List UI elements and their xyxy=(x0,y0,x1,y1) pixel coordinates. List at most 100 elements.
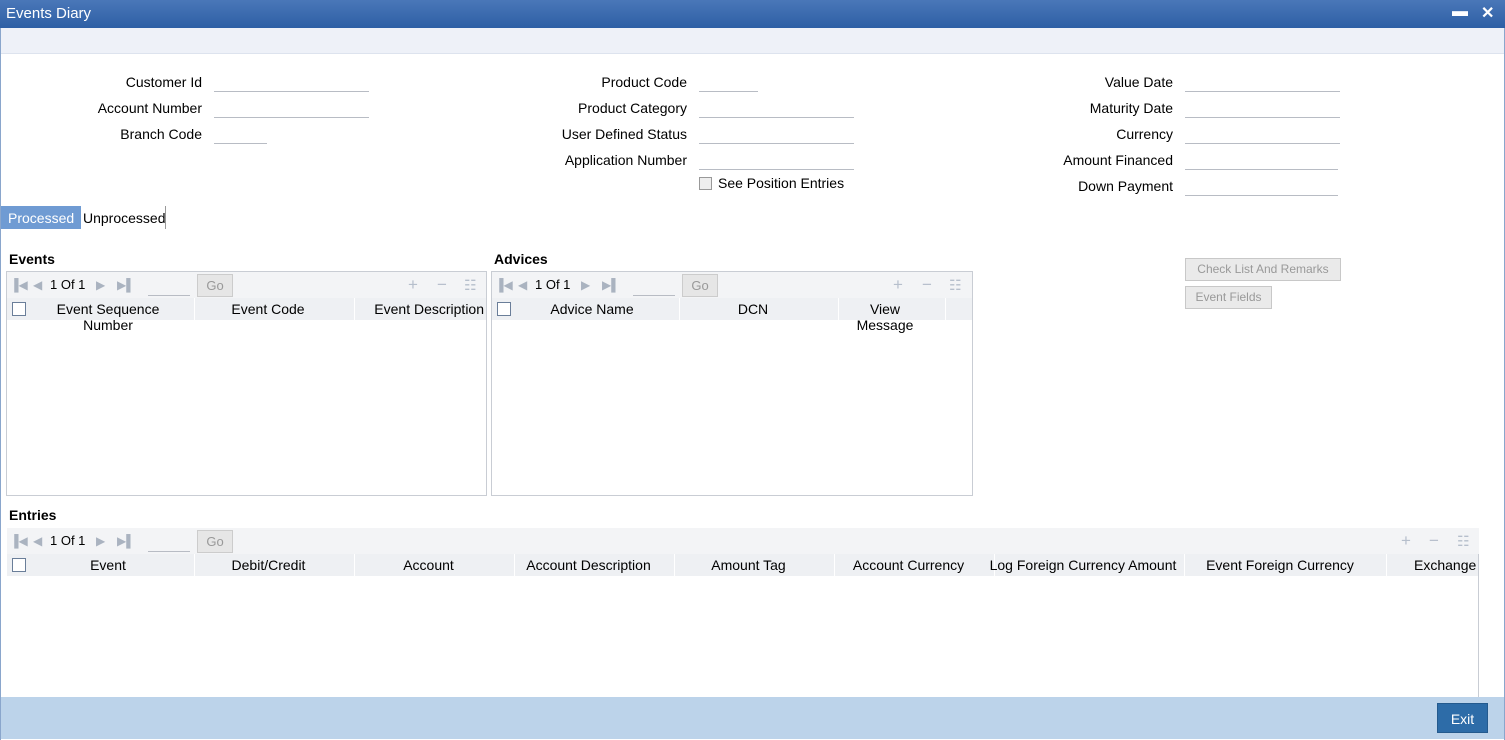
col-advice-name[interactable]: Advice Name xyxy=(518,301,666,317)
branch-code-input[interactable] xyxy=(214,124,267,144)
col-log-foreign-currency-amount[interactable]: Log Foreign Currency Amount xyxy=(985,557,1181,573)
advices-page-count: 1 Of 1 xyxy=(535,277,571,292)
events-page-input[interactable] xyxy=(148,276,190,296)
left-border xyxy=(0,28,1,740)
event-fields-button[interactable]: Event Fields xyxy=(1185,286,1272,309)
user-defined-status-label: User Defined Status xyxy=(561,126,687,142)
check-list-and-remarks-button[interactable]: Check List And Remarks xyxy=(1185,258,1341,281)
see-position-entries-label: See Position Entries xyxy=(718,175,845,191)
window-title: Events Diary xyxy=(6,5,92,22)
col-account[interactable]: Account xyxy=(355,557,502,573)
prev-page-icon[interactable]: ◀ xyxy=(518,278,527,292)
prev-page-icon[interactable]: ◀ xyxy=(33,534,42,548)
advices-header: Advice Name DCN View Message xyxy=(492,298,972,333)
col-event-foreign-currency-amount[interactable]: Event Foreign Currency Amount xyxy=(1182,557,1378,576)
options-icon[interactable]: ☷ xyxy=(464,277,477,294)
customer-id-label: Customer Id xyxy=(125,74,202,90)
last-page-icon[interactable]: ▶▌ xyxy=(117,278,135,292)
col-event-sequence-number[interactable]: Event Sequence Number xyxy=(33,301,183,333)
add-row-icon[interactable]: + xyxy=(408,275,418,295)
events-pager: ▐◀ ◀ 1 Of 1 ▶ ▶▌ Go + − ☷ xyxy=(7,272,486,298)
product-category-label: Product Category xyxy=(578,100,687,116)
title-bar: Events Diary ▬ ✕ xyxy=(0,0,1505,28)
options-icon[interactable]: ☷ xyxy=(1457,533,1470,550)
application-number-input[interactable] xyxy=(699,150,854,170)
tab-divider xyxy=(165,206,166,229)
exit-button[interactable]: Exit xyxy=(1437,703,1488,733)
events-title: Events xyxy=(9,251,55,267)
add-row-icon[interactable]: + xyxy=(893,275,903,295)
down-payment-input[interactable] xyxy=(1185,176,1338,196)
col-exchange-rate[interactable]: Exchange I xyxy=(1414,557,1479,573)
advices-page-input[interactable] xyxy=(633,276,675,296)
next-page-icon[interactable]: ▶ xyxy=(581,278,590,292)
entries-title: Entries xyxy=(9,507,57,523)
currency-input[interactable] xyxy=(1185,124,1340,144)
minimize-icon[interactable]: ▬ xyxy=(1452,3,1468,21)
branch-code-label: Branch Code xyxy=(120,126,202,142)
see-position-entries-checkbox[interactable] xyxy=(699,177,712,190)
col-amount-tag[interactable]: Amount Tag xyxy=(675,557,822,573)
amount-financed-label: Amount Financed xyxy=(1063,152,1173,168)
entries-page-input[interactable] xyxy=(148,532,190,552)
col-view-message[interactable]: View Message xyxy=(840,301,930,333)
first-page-icon[interactable]: ▐◀ xyxy=(10,534,28,548)
next-page-icon[interactable]: ▶ xyxy=(96,278,105,292)
col-account-description[interactable]: Account Description xyxy=(515,557,662,573)
advices-pager: ▐◀ ◀ 1 Of 1 ▶ ▶▌ Go + − ☷ xyxy=(492,272,972,298)
toolbar-strip xyxy=(1,28,1504,54)
col-event[interactable]: Event xyxy=(33,557,183,573)
events-page-count: 1 Of 1 xyxy=(50,277,86,292)
entries-header: Event Debit/Credit Account Account Descr… xyxy=(7,554,1479,576)
entries-pager: ▐◀ ◀ 1 Of 1 ▶ ▶▌ Go + − ☷ xyxy=(7,528,1479,554)
account-number-input[interactable] xyxy=(214,98,369,118)
application-number-label: Application Number xyxy=(564,152,687,168)
next-page-icon[interactable]: ▶ xyxy=(96,534,105,548)
events-select-all-checkbox[interactable] xyxy=(12,302,26,316)
col-separator xyxy=(1386,554,1387,576)
close-icon[interactable]: ✕ xyxy=(1481,3,1494,23)
down-payment-label: Down Payment xyxy=(1078,178,1173,194)
last-page-icon[interactable]: ▶▌ xyxy=(602,278,620,292)
col-event-code[interactable]: Event Code xyxy=(195,301,341,317)
options-icon[interactable]: ☷ xyxy=(949,277,962,294)
entries-go-button[interactable]: Go xyxy=(197,530,233,553)
col-event-description[interactable]: Event Description xyxy=(357,301,484,317)
remove-row-icon[interactable]: − xyxy=(437,275,447,295)
advices-go-button[interactable]: Go xyxy=(682,274,718,297)
prev-page-icon[interactable]: ◀ xyxy=(33,278,42,292)
amount-financed-input[interactable] xyxy=(1185,150,1338,170)
advices-select-all-checkbox[interactable] xyxy=(497,302,511,316)
maturity-date-label: Maturity Date xyxy=(1089,100,1173,116)
currency-label: Currency xyxy=(1116,126,1173,142)
tab-unprocessed[interactable]: Unprocessed xyxy=(76,206,173,229)
entries-right-border xyxy=(1478,554,1479,697)
user-defined-status-input[interactable] xyxy=(699,124,854,144)
events-header: Event Sequence Number Event Code Event D… xyxy=(7,298,486,333)
col-account-currency[interactable]: Account Currency xyxy=(835,557,982,573)
advices-title: Advices xyxy=(494,251,548,267)
add-row-icon[interactable]: + xyxy=(1401,531,1411,551)
product-code-input[interactable] xyxy=(699,72,758,92)
customer-id-input[interactable] xyxy=(214,72,369,92)
maturity-date-input[interactable] xyxy=(1185,98,1340,118)
remove-row-icon[interactable]: − xyxy=(1429,531,1439,551)
first-page-icon[interactable]: ▐◀ xyxy=(495,278,513,292)
last-page-icon[interactable]: ▶▌ xyxy=(117,534,135,548)
first-page-icon[interactable]: ▐◀ xyxy=(10,278,28,292)
remove-row-icon[interactable]: − xyxy=(922,275,932,295)
value-date-label: Value Date xyxy=(1104,74,1173,90)
tab-processed[interactable]: Processed xyxy=(1,206,82,229)
col-separator xyxy=(838,298,839,320)
product-category-input[interactable] xyxy=(699,98,854,118)
account-number-label: Account Number xyxy=(97,100,202,116)
col-separator xyxy=(354,298,355,320)
col-dcn[interactable]: DCN xyxy=(680,301,826,317)
value-date-input[interactable] xyxy=(1185,72,1340,92)
entries-page-count: 1 Of 1 xyxy=(50,533,86,548)
product-code-label: Product Code xyxy=(601,74,687,90)
col-debit-credit[interactable]: Debit/Credit xyxy=(195,557,342,573)
footer-bar xyxy=(1,697,1504,739)
events-go-button[interactable]: Go xyxy=(197,274,233,297)
entries-select-all-checkbox[interactable] xyxy=(12,558,26,572)
